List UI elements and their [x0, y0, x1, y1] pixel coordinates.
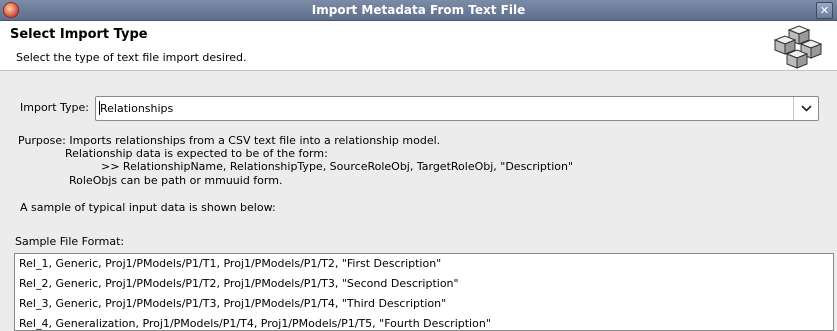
sample-line: Rel_1, Generic, Proj1/PModels/P1/T1, Pro… [19, 257, 442, 270]
window-title: Import Metadata From Text File [311, 3, 526, 17]
close-button[interactable]: ✕ [816, 2, 833, 19]
sample-line: Rel_4, Generalization, Proj1/PModels/P1/… [19, 317, 491, 330]
content-area: Import Type: Relationships Purpose: Impo… [0, 71, 837, 331]
purpose-line: Purpose: Imports relationships from a CS… [18, 134, 441, 147]
title-bar[interactable]: Import Metadata From Text File ✕ [0, 0, 837, 21]
wizard-header: Select Import Type Select the type of te… [0, 21, 837, 71]
sample-line: Rel_3, Generic, Proj1/PModels/P1/T3, Pro… [19, 297, 447, 310]
import-type-label: Import Type: [20, 101, 89, 114]
dropdown-button[interactable] [793, 97, 818, 120]
page-description: Select the type of text file import desi… [16, 51, 247, 64]
sample-line: Rel_2, Generic, Proj1/PModels/P1/T2, Pro… [19, 277, 459, 290]
purpose-line: RoleObjs can be path or mmuuid form. [69, 174, 283, 187]
chevron-down-icon [801, 105, 812, 112]
page-title: Select Import Type [10, 27, 148, 42]
sample-file-textarea[interactable]: Rel_1, Generic, Proj1/PModels/P1/T1, Pro… [14, 253, 834, 331]
cubes-icon [773, 25, 823, 69]
import-type-dropdown[interactable]: Relationships [95, 96, 819, 121]
import-type-value[interactable]: Relationships [98, 101, 173, 115]
purpose-line: Relationship data is expected to be of t… [65, 147, 328, 160]
sample-file-label: Sample File Format: [15, 235, 125, 248]
sample-note: A sample of typical input data is shown … [20, 201, 276, 214]
purpose-line: >> RelationshipName, RelationshipType, S… [101, 160, 574, 173]
